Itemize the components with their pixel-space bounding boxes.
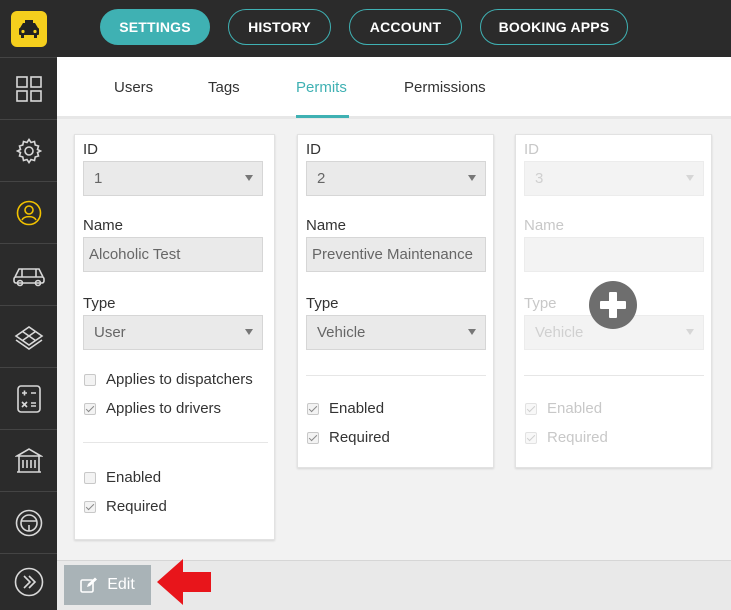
red-arrow-annotation-icon — [157, 559, 211, 605]
chevron-down-icon — [686, 175, 694, 181]
top-nav: SETTINGS HISTORY ACCOUNT BOOKING APPS — [57, 0, 731, 57]
active-tab-indicator — [296, 115, 349, 118]
chevron-down-icon — [245, 175, 253, 181]
car-icon — [12, 267, 45, 286]
chevron-down-icon — [468, 175, 476, 181]
name-field — [524, 237, 704, 272]
tab-users[interactable]: Users — [114, 79, 153, 96]
required-label: Required — [329, 429, 390, 446]
id-select: 3 — [524, 161, 704, 196]
sidebar — [0, 0, 57, 610]
chevron-down-icon — [468, 329, 476, 335]
required-label: Required — [547, 429, 608, 446]
type-label: Type — [524, 295, 557, 312]
chevron-down-icon — [245, 329, 253, 335]
name-field[interactable]: Alcoholic Test — [83, 237, 263, 272]
required-checkbox — [525, 432, 537, 444]
divider — [83, 442, 268, 443]
name-label: Name — [524, 217, 565, 234]
app-root: SETTINGS HISTORY ACCOUNT BOOKING APPS Us… — [0, 0, 731, 610]
permit-card-1: ID 1 Name Alcoholic Test Type User Appli… — [74, 134, 275, 540]
permit-card-2: ID 2 Name Preventive Maintenance Type Ve… — [297, 134, 494, 468]
tab-tags[interactable]: Tags — [208, 79, 240, 96]
applies-drivers-checkbox[interactable] — [84, 403, 96, 415]
id-select[interactable]: 2 — [306, 161, 486, 196]
dashboard-grid-icon — [15, 75, 42, 102]
sidebar-item-settings[interactable] — [0, 119, 57, 181]
sidebar-item-rates[interactable] — [0, 367, 57, 429]
enabled-checkbox — [525, 403, 537, 415]
id-value: 1 — [94, 170, 103, 187]
divider — [306, 375, 486, 376]
required-checkbox[interactable] — [84, 501, 96, 513]
type-value: User — [94, 324, 126, 341]
enabled-checkbox[interactable] — [307, 403, 319, 415]
name-label: Name — [306, 217, 347, 234]
sidebar-expand-button[interactable] — [0, 553, 57, 610]
taxi-icon — [10, 10, 47, 47]
type-select[interactable]: User — [83, 315, 263, 350]
id-value: 2 — [317, 170, 326, 187]
nav-booking-apps-button[interactable]: BOOKING APPS — [480, 9, 628, 45]
taxi-logo[interactable] — [0, 0, 57, 57]
required-label: Required — [106, 498, 167, 515]
calculator-icon — [16, 384, 41, 413]
user-circle-icon — [16, 200, 41, 225]
name-label: Name — [83, 217, 124, 234]
tab-permissions[interactable]: Permissions — [404, 79, 486, 96]
edit-pencil-icon — [80, 577, 98, 593]
enabled-checkbox[interactable] — [84, 472, 96, 484]
nav-history-button[interactable]: HISTORY — [228, 9, 331, 45]
type-label: Type — [83, 295, 116, 312]
divider — [524, 375, 704, 376]
name-field[interactable]: Preventive Maintenance — [306, 237, 486, 272]
nav-settings-button[interactable]: SETTINGS — [100, 9, 210, 45]
map-icon — [14, 325, 43, 350]
id-value: 3 — [535, 170, 544, 187]
settings-tabs: Users Tags Permits Permissions — [57, 57, 731, 119]
steering-wheel-icon — [15, 509, 42, 536]
edit-button[interactable]: Edit — [64, 565, 151, 605]
sidebar-item-vehicles[interactable] — [0, 243, 57, 305]
id-select[interactable]: 1 — [83, 161, 263, 196]
applies-drivers-label: Applies to drivers — [106, 400, 222, 417]
add-permit-plus-icon[interactable] — [589, 281, 637, 329]
name-value: Alcoholic Test — [89, 246, 181, 263]
sidebar-item-users[interactable] — [0, 181, 57, 243]
enabled-label: Enabled — [329, 400, 385, 417]
sidebar-item-map[interactable] — [0, 305, 57, 367]
sidebar-item-dashboard[interactable] — [0, 57, 57, 119]
type-select[interactable]: Vehicle — [306, 315, 486, 350]
sidebar-item-company[interactable] — [0, 429, 57, 491]
type-value: Vehicle — [317, 324, 366, 341]
applies-dispatchers-label: Applies to dispatchers — [106, 371, 253, 388]
chevron-down-icon — [686, 329, 694, 335]
type-value: Vehicle — [535, 324, 584, 341]
edit-label: Edit — [107, 576, 135, 593]
tab-permits[interactable]: Permits — [296, 79, 347, 96]
type-label: Type — [306, 295, 339, 312]
sidebar-item-drivers[interactable] — [0, 491, 57, 553]
gear-icon — [15, 137, 42, 164]
id-label: ID — [524, 141, 539, 158]
id-label: ID — [306, 141, 321, 158]
enabled-label: Enabled — [547, 400, 603, 417]
chevron-double-right-icon — [14, 567, 43, 597]
required-checkbox[interactable] — [307, 432, 319, 444]
nav-account-button[interactable]: ACCOUNT — [349, 9, 462, 45]
enabled-label: Enabled — [106, 469, 162, 486]
building-icon — [14, 447, 43, 473]
applies-dispatchers-checkbox[interactable] — [84, 374, 96, 386]
name-value: Preventive Maintenance — [312, 246, 473, 263]
id-label: ID — [83, 141, 98, 158]
